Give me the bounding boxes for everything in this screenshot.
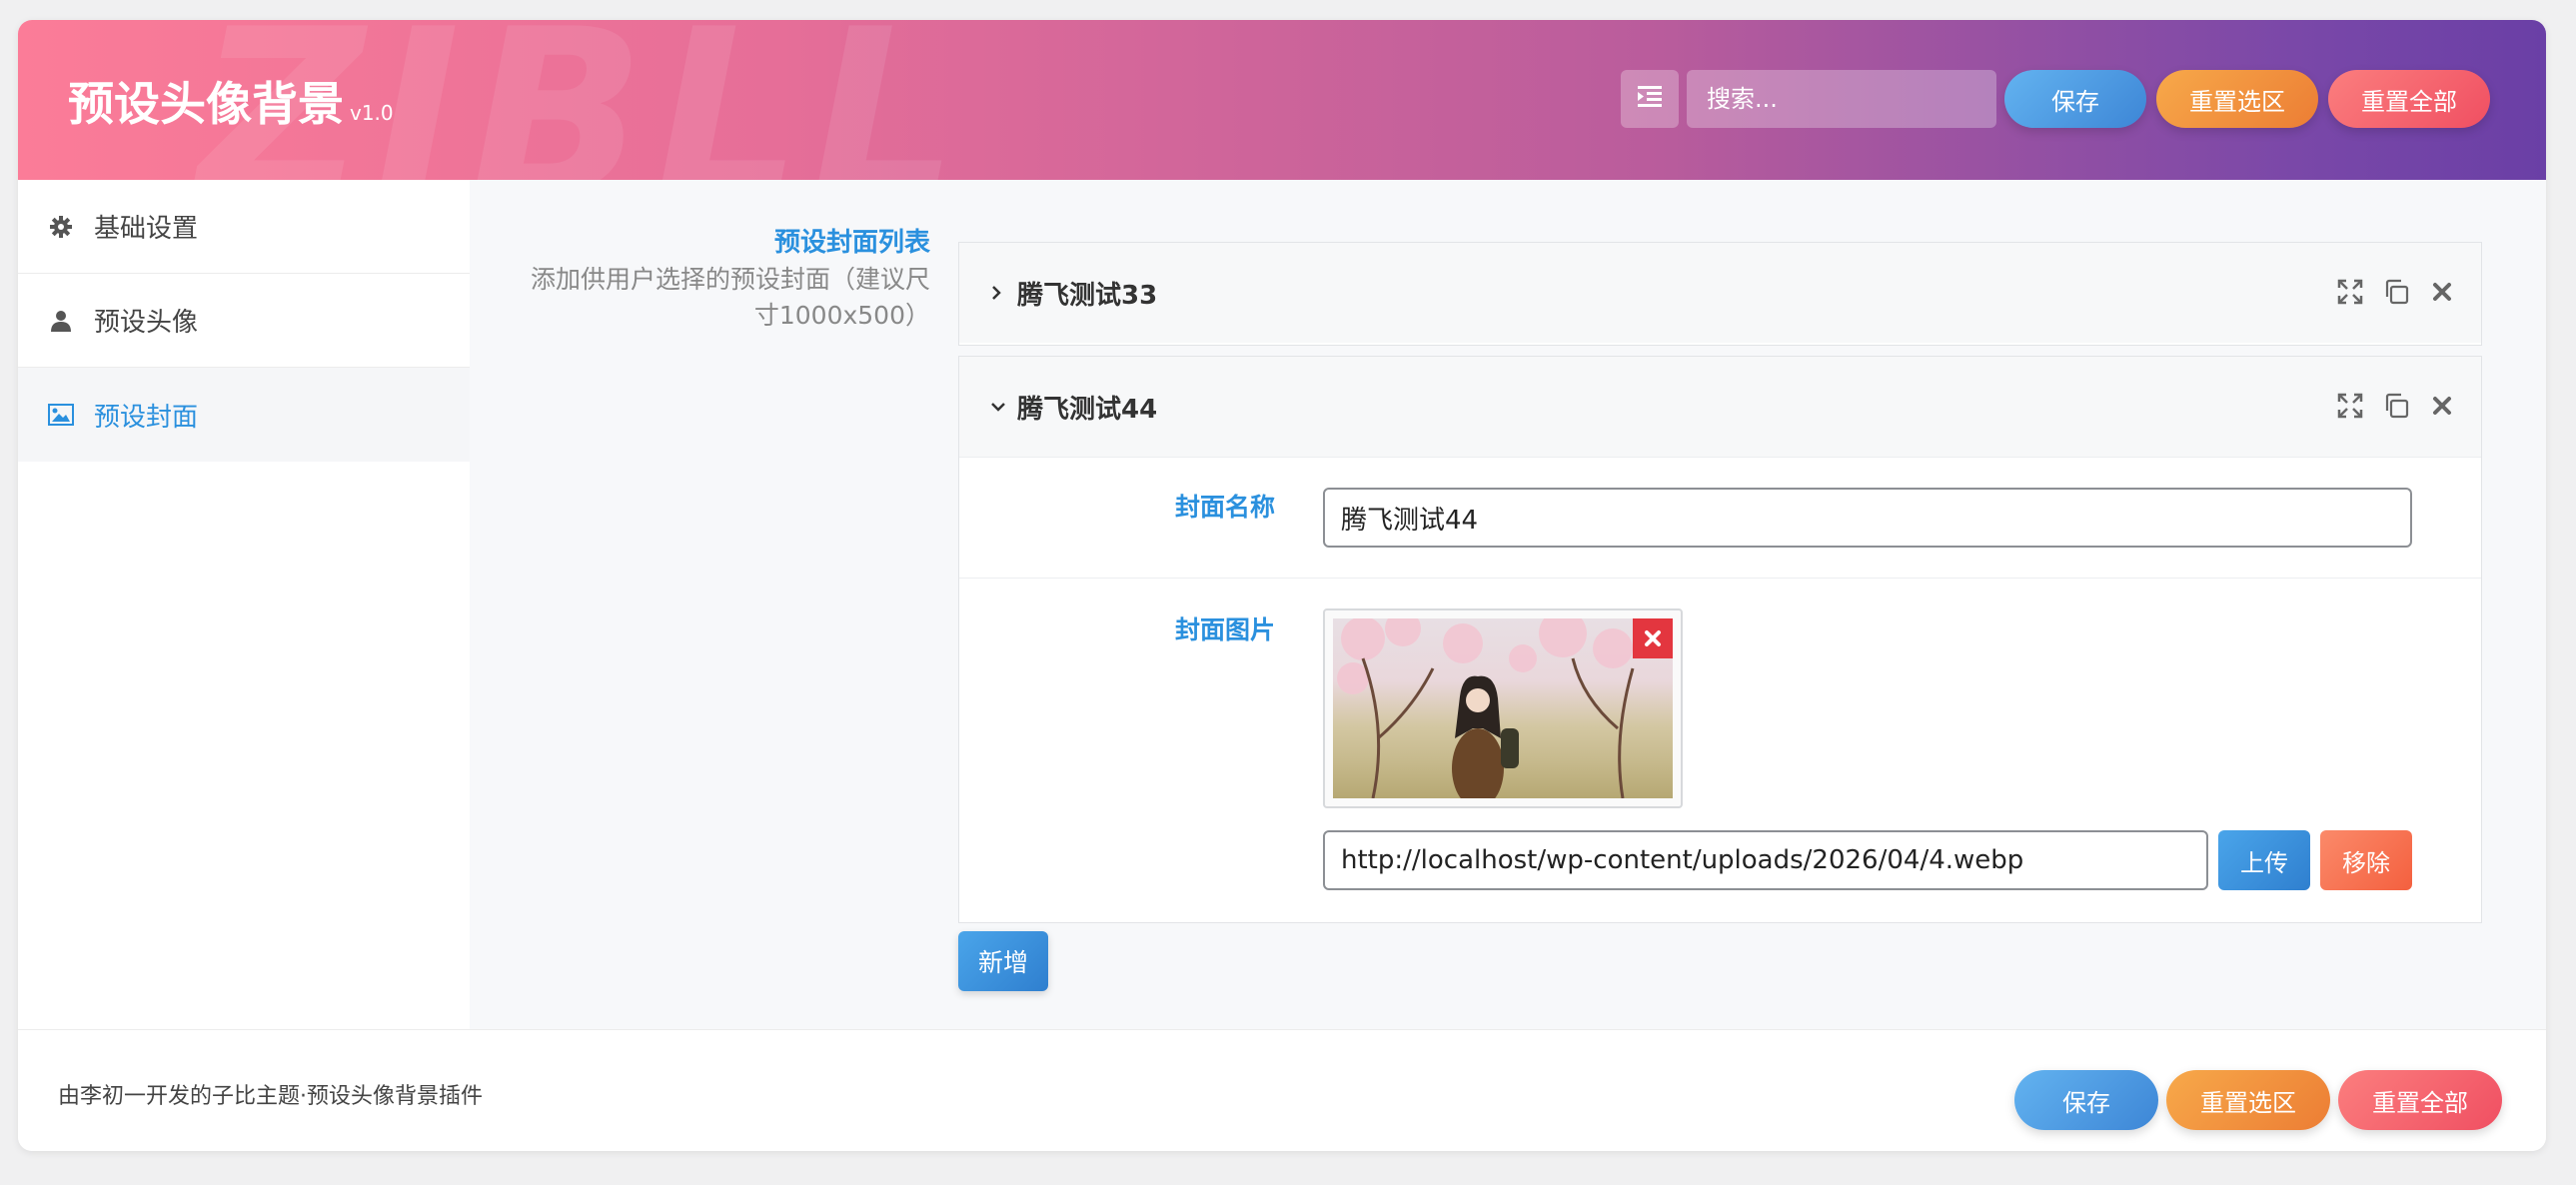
footer-credit: 由李初一开发的子比主题·预设头像背景插件 [58, 1084, 483, 1109]
sidebar-item-label: 基础设置 [94, 214, 199, 244]
main-content: 预设封面列表 添加供用户选择的预设封面（建议尺寸1000x500） 腾飞测试33 [470, 180, 2546, 1029]
sidebar-item-basic-settings[interactable]: 基础设置 [18, 180, 470, 274]
cover-image-row: 封面图片 http://localhost/wp-content/uploads… [959, 578, 2481, 922]
group-tools [2335, 391, 2457, 421]
settings-panel: ZIBLL 预设头像背景v1.0 保存 重置选区 重置全部 基础设置 预设头像 [18, 20, 2546, 1151]
sidebar-item-preset-cover[interactable]: 预设封面 [18, 368, 470, 462]
cover-image-preview [1323, 608, 1683, 808]
expand-all-toggle[interactable] [1621, 70, 1679, 128]
upload-button[interactable]: 上传 [2218, 830, 2310, 890]
footer-reset-section-button[interactable]: 重置选区 [2166, 1070, 2330, 1130]
group-title: 腾飞测试44 [1017, 394, 1158, 425]
image-icon [48, 402, 74, 428]
expand-icon[interactable] [2335, 277, 2365, 307]
copy-icon[interactable] [2381, 391, 2411, 421]
header-reset-all-button[interactable]: 重置全部 [2328, 70, 2490, 128]
close-icon[interactable] [2427, 391, 2457, 421]
add-button[interactable]: 新增 [958, 931, 1048, 991]
chevron-down-icon [989, 397, 1009, 417]
cover-group-expanded: 腾飞测试44 封面名称 腾飞测试44 封面图片 http://localhost… [958, 356, 2482, 923]
gear-icon [48, 214, 74, 240]
copy-icon[interactable] [2381, 277, 2411, 307]
cover-photo [1333, 618, 1673, 798]
expand-icon[interactable] [2335, 391, 2365, 421]
cover-name-label: 封面名称 [1174, 493, 1275, 522]
footer-reset-all-button[interactable]: 重置全部 [2338, 1070, 2502, 1130]
search-input[interactable] [1687, 70, 1996, 128]
footer-save-button[interactable]: 保存 [2014, 1070, 2158, 1130]
cover-group-collapsed: 腾飞测试33 [958, 242, 2482, 346]
group-header[interactable]: 腾飞测试44 [959, 357, 2481, 457]
cover-name-input[interactable] [1323, 488, 2412, 548]
footer: 由李初一开发的子比主题·预设头像背景插件 保存 重置选区 重置全部 [18, 1029, 2546, 1151]
sidebar-item-label: 预设封面 [94, 402, 199, 433]
close-icon[interactable] [2427, 277, 2457, 307]
sidebar: 基础设置 预设头像 预设封面 [18, 180, 471, 1029]
group-header[interactable]: 腾飞测试33 [959, 243, 2481, 343]
header: ZIBLL 预设头像背景v1.0 保存 重置选区 重置全部 [18, 20, 2546, 180]
chevron-right-icon [989, 283, 1009, 303]
remove-image-icon[interactable] [1633, 618, 1673, 658]
page-title: 预设头像背景 v1.0 [68, 68, 394, 134]
user-icon [48, 308, 74, 334]
group-tools [2335, 277, 2457, 307]
image-url-input[interactable] [1323, 830, 2208, 890]
sidebar-item-preset-avatar[interactable]: 预设头像 [18, 274, 470, 368]
group-title: 腾飞测试33 [1017, 280, 1158, 311]
field-title: 预设封面列表 [773, 228, 930, 258]
header-save-button[interactable]: 保存 [2004, 70, 2146, 128]
sidebar-item-label: 预设头像 [94, 308, 199, 338]
title-text: 预设头像背景 [68, 77, 344, 131]
cover-image-label: 封面图片 [1174, 615, 1275, 644]
indent-icon [1638, 86, 1662, 112]
field-description: 添加供用户选择的预设封面（建议尺寸1000x500） [530, 265, 930, 330]
version-label: v1.0 [350, 101, 394, 125]
cover-name-row: 封面名称 [959, 457, 2481, 578]
remove-button[interactable]: 移除 [2320, 830, 2412, 890]
header-reset-section-button[interactable]: 重置选区 [2156, 70, 2318, 128]
